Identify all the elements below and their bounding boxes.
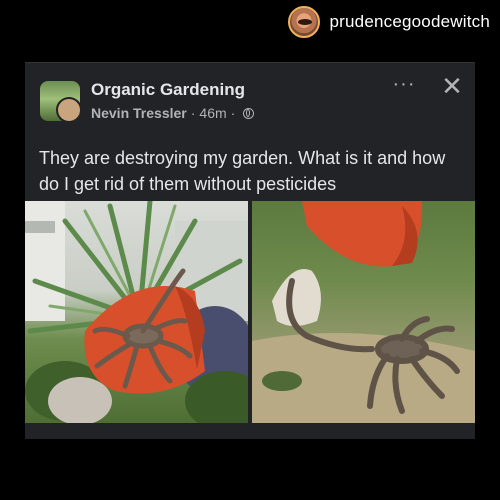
creature-on-ground-illustration xyxy=(252,201,475,423)
group-avatar[interactable] xyxy=(40,81,80,121)
group-name[interactable]: Organic Gardening xyxy=(91,80,245,100)
instagram-header: prudencegoodewitch xyxy=(0,0,500,44)
facebook-post-screenshot: Organic Gardening Nevin Tressler · 46m ·… xyxy=(25,62,475,439)
author-name[interactable]: Nevin Tressler xyxy=(91,105,187,121)
profile-avatar[interactable] xyxy=(287,6,320,38)
post-meta: Nevin Tressler · 46m · xyxy=(91,105,255,121)
post-time[interactable]: 46m xyxy=(199,105,226,121)
more-options-icon[interactable]: ··· xyxy=(391,74,417,97)
post-photo-right[interactable] xyxy=(252,201,475,423)
post-text: They are destroying my garden. What is i… xyxy=(39,148,446,194)
instagram-username[interactable]: prudencegoodewitch xyxy=(330,12,491,32)
close-icon[interactable]: ✕ xyxy=(439,73,465,99)
post-footer xyxy=(25,423,475,439)
potted-plant-illustration xyxy=(25,201,248,423)
meta-separator-2: · xyxy=(230,105,236,121)
globe-icon xyxy=(243,107,255,119)
post-photo-left[interactable] xyxy=(25,201,248,423)
meta-separator: · xyxy=(190,105,196,121)
author-avatar[interactable] xyxy=(56,97,80,121)
